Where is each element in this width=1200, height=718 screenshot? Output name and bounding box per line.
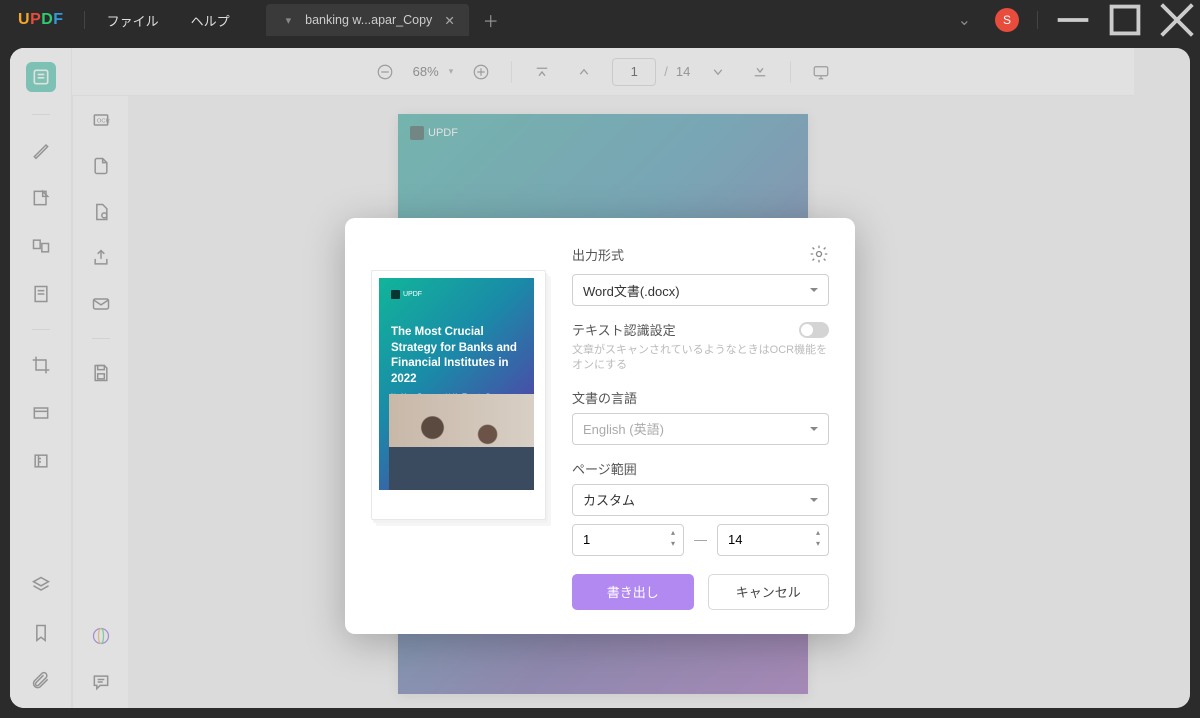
export-preview: UPDF The Most Crucial Strategy for Banks… [371, 270, 546, 520]
language-select[interactable]: English (英語) [572, 413, 829, 445]
settings-gear-icon[interactable] [809, 244, 829, 264]
ocr-hint: 文章がスキャンされているようなときはOCR機能をオンにする [572, 343, 829, 374]
stepper-up-icon[interactable]: ▴ [667, 528, 679, 538]
window-minimize-button[interactable] [1050, 0, 1096, 40]
export-form: 出力形式 Word文書(.docx) テキスト認識設定 文章がスキャンされている… [572, 244, 829, 610]
output-format-label: 出力形式 [572, 245, 624, 264]
page-range-label: ページ範囲 [572, 459, 829, 478]
window-close-button[interactable] [1154, 0, 1200, 40]
menu-help[interactable]: ヘルプ [175, 11, 246, 30]
stepper-down-icon[interactable]: ▾ [812, 539, 824, 549]
page-range-select[interactable]: カスタム [572, 484, 829, 516]
export-dialog: UPDF The Most Crucial Strategy for Banks… [345, 218, 855, 634]
language-label: 文書の言語 [572, 388, 829, 407]
output-format-select[interactable]: Word文書(.docx) [572, 274, 829, 306]
new-tab-button[interactable]: ＋ [469, 8, 513, 32]
app-logo: UPDF [18, 11, 64, 29]
ocr-label: テキスト認識設定 [572, 320, 676, 339]
menu-file[interactable]: ファイル [91, 11, 175, 30]
tab-dropdown-icon[interactable]: ▾ [280, 14, 298, 27]
page-range-to[interactable]: ▴▾ [717, 524, 829, 556]
document-tab[interactable]: ▾ banking w...apar_Copy ✕ [266, 4, 469, 36]
divider [1037, 11, 1038, 29]
titlebar: UPDF ファイル ヘルプ ▾ banking w...apar_Copy ✕ … [0, 0, 1200, 40]
tabs-overflow-icon[interactable]: ⌄ [946, 10, 983, 30]
preview-title: The Most Crucial Strategy for Banks and … [391, 325, 522, 387]
divider [84, 11, 85, 29]
range-dash: — [694, 532, 707, 547]
window-maximize-button[interactable] [1102, 0, 1148, 40]
main-area: 68%▾ / 14 UPDF OCR [0, 40, 1200, 718]
workspace: 68%▾ / 14 UPDF OCR [10, 48, 1190, 708]
export-button[interactable]: 書き出し [572, 574, 694, 610]
stepper-up-icon[interactable]: ▴ [812, 528, 824, 538]
ocr-toggle[interactable] [799, 322, 829, 338]
page-range-from[interactable]: ▴▾ [572, 524, 684, 556]
tab-title: banking w...apar_Copy [305, 13, 432, 27]
user-avatar[interactable]: S [995, 8, 1019, 32]
stepper-down-icon[interactable]: ▾ [667, 539, 679, 549]
cancel-button[interactable]: キャンセル [708, 574, 830, 610]
tab-close-icon[interactable]: ✕ [440, 13, 458, 28]
